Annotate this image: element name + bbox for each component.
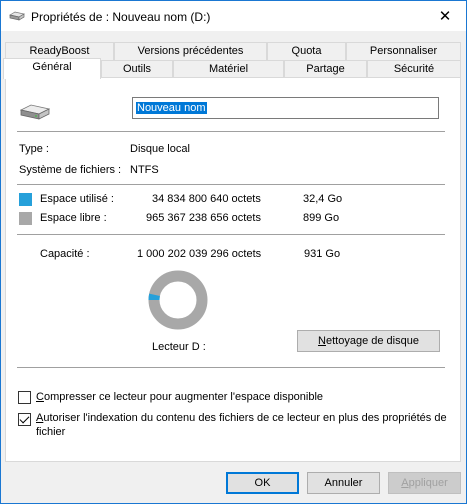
free-space-bytes: 965 367 238 656 octets [146,212,261,224]
free-space-label: Espace libre : [40,212,107,224]
cancel-label: Annuler [324,477,363,489]
drive-name-value: Nouveau nom [136,102,207,114]
filesystem-value: NTFS [130,164,159,176]
cleanup-label: ettoyage de disque [325,335,419,347]
title-bar: Propriétés de : Nouveau nom (D:) ✕ [0,0,467,31]
tab-label: Quota [291,45,322,57]
used-space-label: Espace utilisé : [40,193,114,205]
close-button[interactable]: ✕ [430,5,460,29]
tab-sharing[interactable]: Partage [284,60,367,78]
tab-quota[interactable]: Quota [267,42,346,60]
capacity-bytes: 1 000 202 039 296 octets [137,248,262,260]
used-space-size: 32,4 Go [303,193,343,205]
drive-letter-label: Lecteur D : [152,341,206,353]
tab-previous-versions[interactable]: Versions précédentes [114,42,267,60]
tab-label: Versions précédentes [137,45,244,57]
drive-icon [20,104,50,120]
separator [17,131,445,132]
close-icon: ✕ [438,8,452,25]
tab-label: Matériel [208,63,249,75]
indexing-label-line2: fichier [36,426,66,438]
capacity-size: 931 Go [304,248,341,260]
free-space-swatch [19,212,32,225]
tab-general[interactable]: Général [3,58,101,79]
cleanup-accesskey: N [318,335,326,347]
tab-label: Outils [122,63,152,75]
filesystem-label: Système de fichiers : [19,164,122,176]
tab-customize[interactable]: Personnaliser [346,42,461,60]
compress-label: Compresser ce lecteur pour augmenter l'e… [36,391,323,403]
disk-usage-chart [148,270,208,330]
compress-accesskey: C [36,391,44,403]
type-value: Disque local [130,143,190,155]
apply-label: ppliquer [408,477,448,489]
drive-icon [9,11,25,21]
used-space-swatch [19,193,32,206]
separator [17,184,445,185]
tab-tools[interactable]: Outils [101,60,173,78]
compress-checkbox[interactable] [18,391,31,404]
tab-label: ReadyBoost [29,45,90,57]
apply-accesskey: A [401,477,409,489]
tab-label: Sécurité [393,63,435,75]
tab-label: Général [32,61,72,73]
type-label: Type : [19,143,49,155]
apply-button[interactable]: Appliquer [388,472,461,494]
indexing-text: utoriser l'indexation du contenu des fic… [43,412,447,424]
tab-security[interactable]: Sécurité [367,60,461,78]
tab-label: Partage [306,63,345,75]
separator [17,367,445,368]
used-space-arc [148,293,160,301]
indexing-label: Autoriser l'indexation du contenu des fi… [36,412,447,424]
used-space-bytes: 34 834 800 640 octets [152,193,261,205]
tab-hardware[interactable]: Matériel [173,60,284,78]
window-title: Propriétés de : Nouveau nom (D:) [31,10,211,24]
ok-label: OK [254,477,271,489]
separator [17,234,445,235]
disk-cleanup-button[interactable]: Nettoyage de disque [297,330,440,352]
ok-button[interactable]: OK [226,472,299,494]
free-space-size: 899 Go [303,212,340,224]
general-panel: Nouveau nom Type : Disque local Système … [5,77,461,462]
free-space-ring [148,270,208,330]
compress-text: ompresser ce lecteur pour augmenter l'es… [43,391,324,403]
tab-label: Personnaliser [369,45,438,57]
indexing-checkbox[interactable] [18,413,31,426]
drive-name-input[interactable]: Nouveau nom [132,97,439,119]
capacity-label: Capacité : [40,248,90,260]
cancel-button[interactable]: Annuler [307,472,380,494]
